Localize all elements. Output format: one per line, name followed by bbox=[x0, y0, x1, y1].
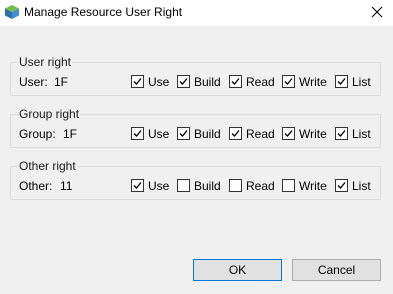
checkbox-write[interactable] bbox=[282, 127, 295, 140]
checkbox-label[interactable]: Read bbox=[246, 179, 275, 193]
close-icon bbox=[371, 6, 383, 18]
checkbox-build[interactable] bbox=[177, 127, 190, 140]
checkmark-icon bbox=[337, 78, 346, 85]
group-legend: User right bbox=[18, 55, 73, 69]
checkbox-label[interactable]: Read bbox=[246, 127, 275, 141]
checkbox-use[interactable] bbox=[131, 179, 144, 192]
checkmark-icon bbox=[231, 130, 240, 137]
checkbox-read[interactable] bbox=[229, 179, 242, 192]
checkmark-icon bbox=[337, 182, 346, 189]
checkbox-read[interactable] bbox=[229, 75, 242, 88]
checkbox-build[interactable] bbox=[177, 179, 190, 192]
checkbox-label[interactable]: Use bbox=[148, 127, 169, 141]
checkbox-list[interactable] bbox=[335, 75, 348, 88]
checkbox-label[interactable]: List bbox=[352, 127, 371, 141]
checkbox-label[interactable]: List bbox=[352, 179, 371, 193]
app-cube-icon bbox=[4, 4, 20, 20]
row-label: Other: bbox=[19, 179, 53, 193]
checkbox-label[interactable]: List bbox=[352, 75, 371, 89]
row-label: Group: bbox=[19, 127, 56, 141]
checkmark-icon bbox=[133, 78, 142, 85]
checkbox-build[interactable] bbox=[177, 75, 190, 88]
checkbox-list[interactable] bbox=[335, 127, 348, 140]
checkmark-icon bbox=[284, 130, 293, 137]
checkmark-icon bbox=[179, 130, 188, 137]
checkmark-icon bbox=[284, 78, 293, 85]
title-bar: Manage Resource User Right bbox=[0, 0, 393, 26]
checkbox-label[interactable]: Write bbox=[299, 75, 327, 89]
window-title: Manage Resource User Right bbox=[24, 5, 183, 19]
checkmark-icon bbox=[133, 130, 142, 137]
group-legend: Group right bbox=[18, 107, 81, 121]
checkbox-label[interactable]: Use bbox=[148, 75, 169, 89]
checkmark-icon bbox=[337, 130, 346, 137]
checkbox-label[interactable]: Write bbox=[299, 127, 327, 141]
checkmark-icon bbox=[231, 78, 240, 85]
group-legend: Other right bbox=[18, 159, 77, 173]
checkbox-use[interactable] bbox=[131, 127, 144, 140]
row-value: 1F bbox=[54, 75, 69, 89]
checkbox-label[interactable]: Build bbox=[194, 75, 221, 89]
row-value: 1F bbox=[63, 127, 78, 141]
row-value: 11 bbox=[60, 179, 73, 193]
checkbox-write[interactable] bbox=[282, 179, 295, 192]
checkbox-label[interactable]: Read bbox=[246, 75, 275, 89]
checkbox-list[interactable] bbox=[335, 179, 348, 192]
cancel-button[interactable]: Cancel bbox=[292, 259, 381, 281]
checkbox-label[interactable]: Build bbox=[194, 179, 221, 193]
checkbox-write[interactable] bbox=[282, 75, 295, 88]
checkbox-label[interactable]: Build bbox=[194, 127, 221, 141]
checkbox-use[interactable] bbox=[131, 75, 144, 88]
checkbox-label[interactable]: Write bbox=[299, 179, 327, 193]
checkmark-icon bbox=[179, 78, 188, 85]
checkbox-read[interactable] bbox=[229, 127, 242, 140]
checkmark-icon bbox=[133, 182, 142, 189]
row-label: User: bbox=[19, 75, 48, 89]
ok-button[interactable]: OK bbox=[193, 259, 282, 281]
close-button[interactable] bbox=[361, 0, 393, 26]
checkbox-label[interactable]: Use bbox=[148, 179, 169, 193]
